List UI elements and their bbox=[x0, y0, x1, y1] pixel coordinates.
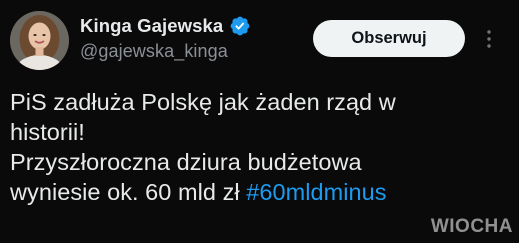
tweet-text-line-1: PiS zadłuża Polskę jak żaden rząd w bbox=[10, 89, 396, 115]
tweet-text-line-2: historii! bbox=[10, 119, 85, 145]
verified-badge-icon bbox=[229, 15, 251, 37]
follow-button[interactable]: Obserwuj bbox=[313, 20, 465, 57]
tweet-text-line-4: wyniesie ok. 60 mld zł #60mldminus bbox=[10, 177, 510, 207]
avatar-photo-icon bbox=[10, 11, 69, 70]
tweet-card: Kinga Gajewska @gajewska_kinga Obserwuj … bbox=[0, 0, 519, 243]
watermark-text: WIOCHA bbox=[430, 216, 513, 237]
author-handle[interactable]: @gajewska_kinga bbox=[80, 41, 228, 62]
hashtag-link[interactable]: #60mldminus bbox=[246, 179, 386, 205]
tweet-header: Kinga Gajewska @gajewska_kinga Obserwuj bbox=[0, 0, 519, 80]
avatar[interactable] bbox=[10, 11, 69, 70]
more-vertical-icon[interactable] bbox=[484, 28, 494, 50]
tweet-text-line-3: Przyszłoroczna dziura budżetowa bbox=[10, 149, 362, 175]
tweet-text-line-4-prefix: wyniesie ok. 60 mld zł bbox=[10, 179, 240, 205]
author-display-name[interactable]: Kinga Gajewska bbox=[80, 15, 223, 37]
name-row: Kinga Gajewska bbox=[80, 13, 251, 39]
watermark-logo: WIOCHA bbox=[431, 216, 513, 238]
tweet-text: PiS zadłuża Polskę jak żaden rząd w hist… bbox=[10, 87, 510, 207]
